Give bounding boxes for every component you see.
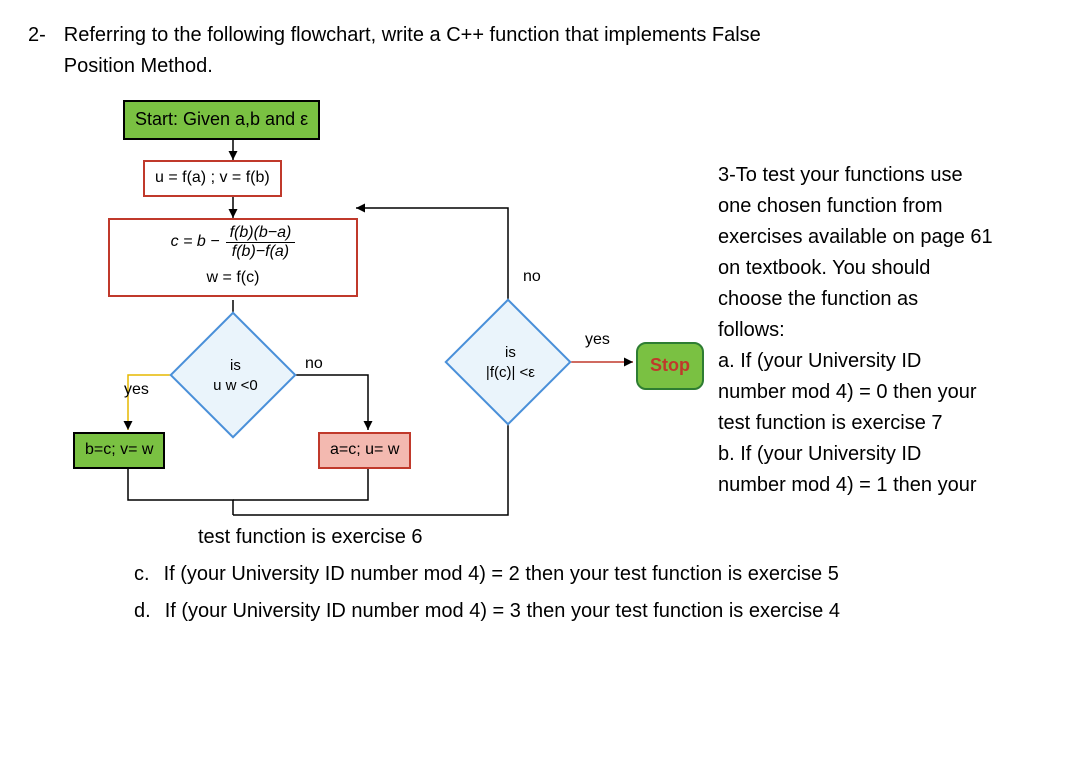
- r5: choose the function as: [718, 284, 1052, 315]
- d-letter: d.: [134, 596, 151, 627]
- bullet-d: d. If (your University ID number mod 4) …: [134, 596, 1052, 627]
- proc-no-box: a=c; u= w: [318, 432, 411, 469]
- c-text: If (your University ID number mod 4) = 2…: [164, 559, 1052, 590]
- dec2-line1: is: [450, 343, 570, 362]
- r3: exercises available on page 61: [718, 222, 1052, 253]
- decision-fc: is |f(c)| <ε: [444, 298, 571, 425]
- dec1-line2: u w <0: [175, 375, 295, 395]
- calc-w: w = f(c): [120, 266, 346, 291]
- r9: test function is exercise 7: [718, 408, 1052, 439]
- r8: number mod 4) = 0 then your: [718, 377, 1052, 408]
- r2: one chosen function from: [718, 191, 1052, 222]
- label-yes-2: yes: [585, 328, 610, 353]
- dec2-line2: |f(c)| <ε: [450, 362, 570, 382]
- b1: test function is exercise 6: [198, 522, 1052, 553]
- bottom-text: test function is exercise 6 c. If (your …: [88, 522, 1052, 627]
- label-yes-1: yes: [124, 378, 149, 403]
- r11: number mod 4) = 1 then your: [718, 470, 1052, 501]
- calc-box: c = b − f(b)(b−a) f(b)−f(a) w = f(c): [108, 218, 358, 297]
- r1: 3-To test your functions use: [718, 160, 1052, 191]
- r10: b. If (your University ID: [718, 439, 1052, 470]
- flowchart: Start: Given a,b and ε u = f(a) ; v = f(…: [88, 100, 708, 520]
- c-letter: c.: [134, 559, 150, 590]
- question-header: 2- Referring to the following flowchart,…: [28, 20, 1052, 82]
- dec1-line1: is: [175, 356, 295, 375]
- r4: on textbook. You should: [718, 253, 1052, 284]
- calc-c-fraction: f(b)(b−a) f(b)−f(a): [226, 224, 296, 260]
- r6: follows:: [718, 315, 1052, 346]
- question-text: Referring to the following flowchart, wr…: [64, 20, 1052, 82]
- calc-c-den: f(b)−f(a): [226, 243, 296, 261]
- question-line2: Position Method.: [64, 55, 213, 77]
- r7: a. If (your University ID: [718, 346, 1052, 377]
- decision-uw: is u w <0: [169, 311, 296, 438]
- right-text: 3-To test your functions use one chosen …: [718, 100, 1052, 501]
- label-no-2: no: [523, 265, 541, 290]
- question-number: 2-: [28, 20, 46, 82]
- question-line1: Referring to the following flowchart, wr…: [64, 24, 761, 46]
- content-row: Start: Given a,b and ε u = f(a) ; v = f(…: [88, 100, 1052, 520]
- init-box: u = f(a) ; v = f(b): [143, 160, 282, 197]
- start-box: Start: Given a,b and ε: [123, 100, 320, 140]
- calc-c-num: f(b)(b−a): [226, 224, 296, 243]
- label-no-1: no: [305, 352, 323, 377]
- proc-yes-box: b=c; v= w: [73, 432, 165, 469]
- d-text: If (your University ID number mod 4) = 3…: [165, 596, 1052, 627]
- stop-box: Stop: [636, 342, 704, 390]
- calc-c-prefix: c = b −: [171, 230, 220, 255]
- bullet-c: c. If (your University ID number mod 4) …: [134, 559, 1052, 590]
